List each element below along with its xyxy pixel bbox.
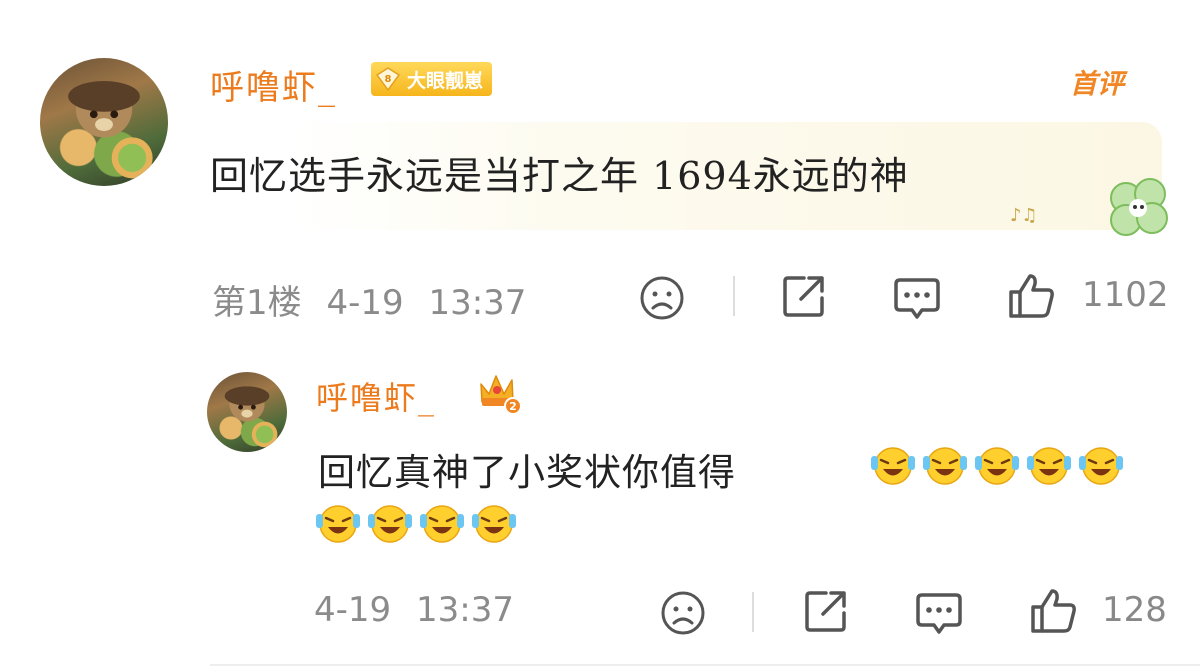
reply-body: 回忆真神了小奖状你值得 <box>318 451 736 494</box>
crying-laughing-emoji <box>419 500 465 544</box>
crying-laughing-emoji <box>367 500 413 544</box>
first-comment-tag: 首评 <box>1070 69 1124 100</box>
avatar-image <box>224 386 278 448</box>
like-count: 128 <box>1102 590 1167 630</box>
reply-meta: 4-19 13:37 <box>314 590 514 630</box>
thumbs-up-icon[interactable] <box>1006 272 1056 320</box>
comment-icon[interactable] <box>892 274 942 322</box>
avatar[interactable] <box>40 58 168 186</box>
action-divider <box>733 276 735 316</box>
vip-level-badge[interactable]: 8 大眼靓崽 <box>371 62 493 96</box>
thumbs-up-icon[interactable] <box>1028 587 1078 635</box>
sad-face-icon[interactable] <box>659 589 707 637</box>
comment-time: 13:37 <box>428 283 527 323</box>
share-icon[interactable] <box>780 272 828 320</box>
crying-laughing-emoji <box>1026 442 1072 486</box>
comment-date: 4-19 <box>326 283 404 323</box>
reply-time: 13:37 <box>415 590 514 630</box>
comment-body: 回忆选手永远是当打之年 1694永远的神 <box>210 154 909 198</box>
divider <box>210 664 1200 666</box>
comment-icon[interactable] <box>914 589 964 637</box>
emoji-row <box>870 442 1124 486</box>
badge-level: 8 <box>385 74 392 85</box>
sad-face-icon[interactable] <box>638 274 686 322</box>
floor-label: 第1楼 <box>212 283 302 323</box>
reply-date: 4-19 <box>314 590 392 630</box>
crying-laughing-emoji <box>1078 442 1124 486</box>
diamond-icon: 8 <box>375 66 401 92</box>
emoji-row <box>315 500 517 544</box>
crying-laughing-emoji <box>922 442 968 486</box>
avatar-image <box>68 81 153 179</box>
reply-avatar[interactable] <box>207 372 287 452</box>
crying-laughing-emoji <box>471 500 517 544</box>
crown-level: 2 <box>509 400 517 413</box>
comment-username[interactable]: 呼噜虾_ <box>210 60 337 109</box>
music-note-icon: ♪♫ <box>1010 205 1038 226</box>
like-count: 1102 <box>1082 275 1169 315</box>
crown-icon: 2 <box>477 368 523 416</box>
crying-laughing-emoji <box>974 442 1020 486</box>
comment-meta: 第1楼 4-19 13:37 <box>212 275 526 324</box>
comment-thread: 呼噜虾_ 8 大眼靓崽 首评 ♪♫ 回忆选手永远是当打之年 1694永远的神 第… <box>0 0 1200 670</box>
badge-text: 大眼靓崽 <box>407 69 484 92</box>
reply-username[interactable]: 呼噜虾_ <box>316 373 436 419</box>
clover-icon <box>1100 172 1178 242</box>
crying-laughing-emoji <box>315 500 361 544</box>
crying-laughing-emoji <box>870 442 916 486</box>
action-divider <box>752 592 754 632</box>
share-icon[interactable] <box>802 587 850 635</box>
